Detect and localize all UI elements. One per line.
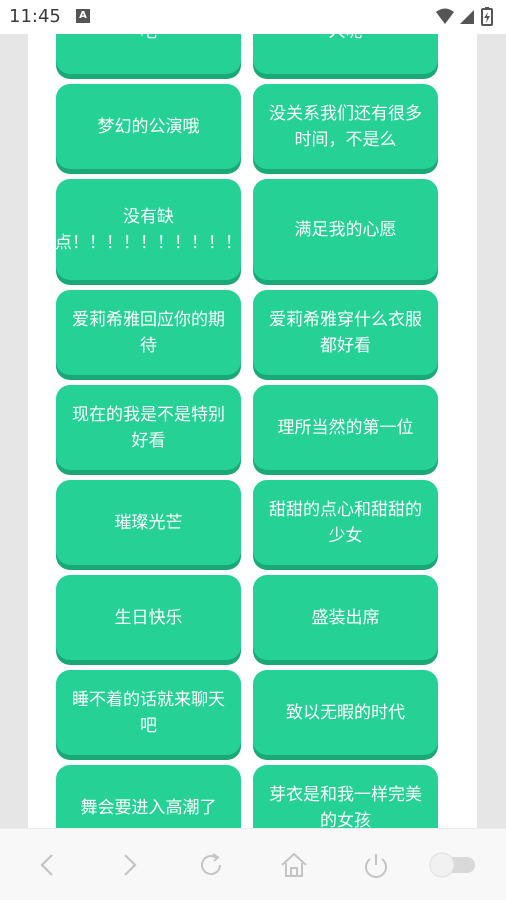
toggle-switch[interactable] [429, 852, 477, 878]
voice-card-grid: 吧 人呢 梦幻的公演哦 没关系我们还有很多时间，不是么 没有缺点！！！！！！！！… [55, 34, 438, 828]
voice-card[interactable]: 爱莉希雅回应你的期待 [56, 290, 241, 375]
voice-card[interactable]: 现在的我是不是特别好看 [56, 385, 241, 470]
voice-card[interactable]: 爱莉希雅穿什么衣服都好看 [253, 290, 438, 375]
voice-card[interactable]: 甜甜的点心和甜甜的少女 [253, 480, 438, 565]
signal-icon [460, 10, 474, 24]
voice-card[interactable]: 舞会要进入高潮了 [56, 765, 241, 828]
voice-card[interactable]: 满足我的心愿 [253, 179, 438, 280]
voice-card[interactable]: 睡不着的话就来聊天吧 [56, 670, 241, 755]
battery-icon [481, 7, 493, 26]
voice-card[interactable]: 没关系我们还有很多时间，不是么 [253, 84, 438, 169]
home-icon[interactable] [278, 849, 310, 881]
voice-card[interactable]: 理所当然的第一位 [253, 385, 438, 470]
status-time: 11:45 [9, 6, 61, 27]
power-icon[interactable] [360, 849, 392, 881]
voice-card[interactable]: 生日快乐 [56, 575, 241, 660]
voice-card[interactable]: 梦幻的公演哦 [56, 84, 241, 169]
voice-card[interactable]: 璀璨光芒 [56, 480, 241, 565]
voice-card[interactable]: 人呢 [253, 34, 438, 74]
wifi-icon [436, 8, 454, 24]
refresh-icon[interactable] [195, 849, 227, 881]
voice-card[interactable]: 没有缺点！！！！！！！！！！ [55, 179, 242, 280]
back-icon[interactable] [32, 849, 64, 881]
voice-card[interactable]: 芽衣是和我一样完美的女孩 [253, 765, 438, 828]
status-bar: 11:45 A [0, 0, 506, 34]
notification-icon: A [76, 9, 90, 23]
forward-icon[interactable] [113, 849, 145, 881]
voice-card[interactable]: 致以无暇的时代 [253, 670, 438, 755]
voice-card[interactable]: 盛装出席 [253, 575, 438, 660]
voice-card[interactable]: 吧 [56, 34, 241, 74]
content-panel[interactable]: 吧 人呢 梦幻的公演哦 没关系我们还有很多时间，不是么 没有缺点！！！！！！！！… [28, 34, 477, 828]
status-icons [434, 6, 496, 32]
browser-toolbar [0, 828, 506, 900]
